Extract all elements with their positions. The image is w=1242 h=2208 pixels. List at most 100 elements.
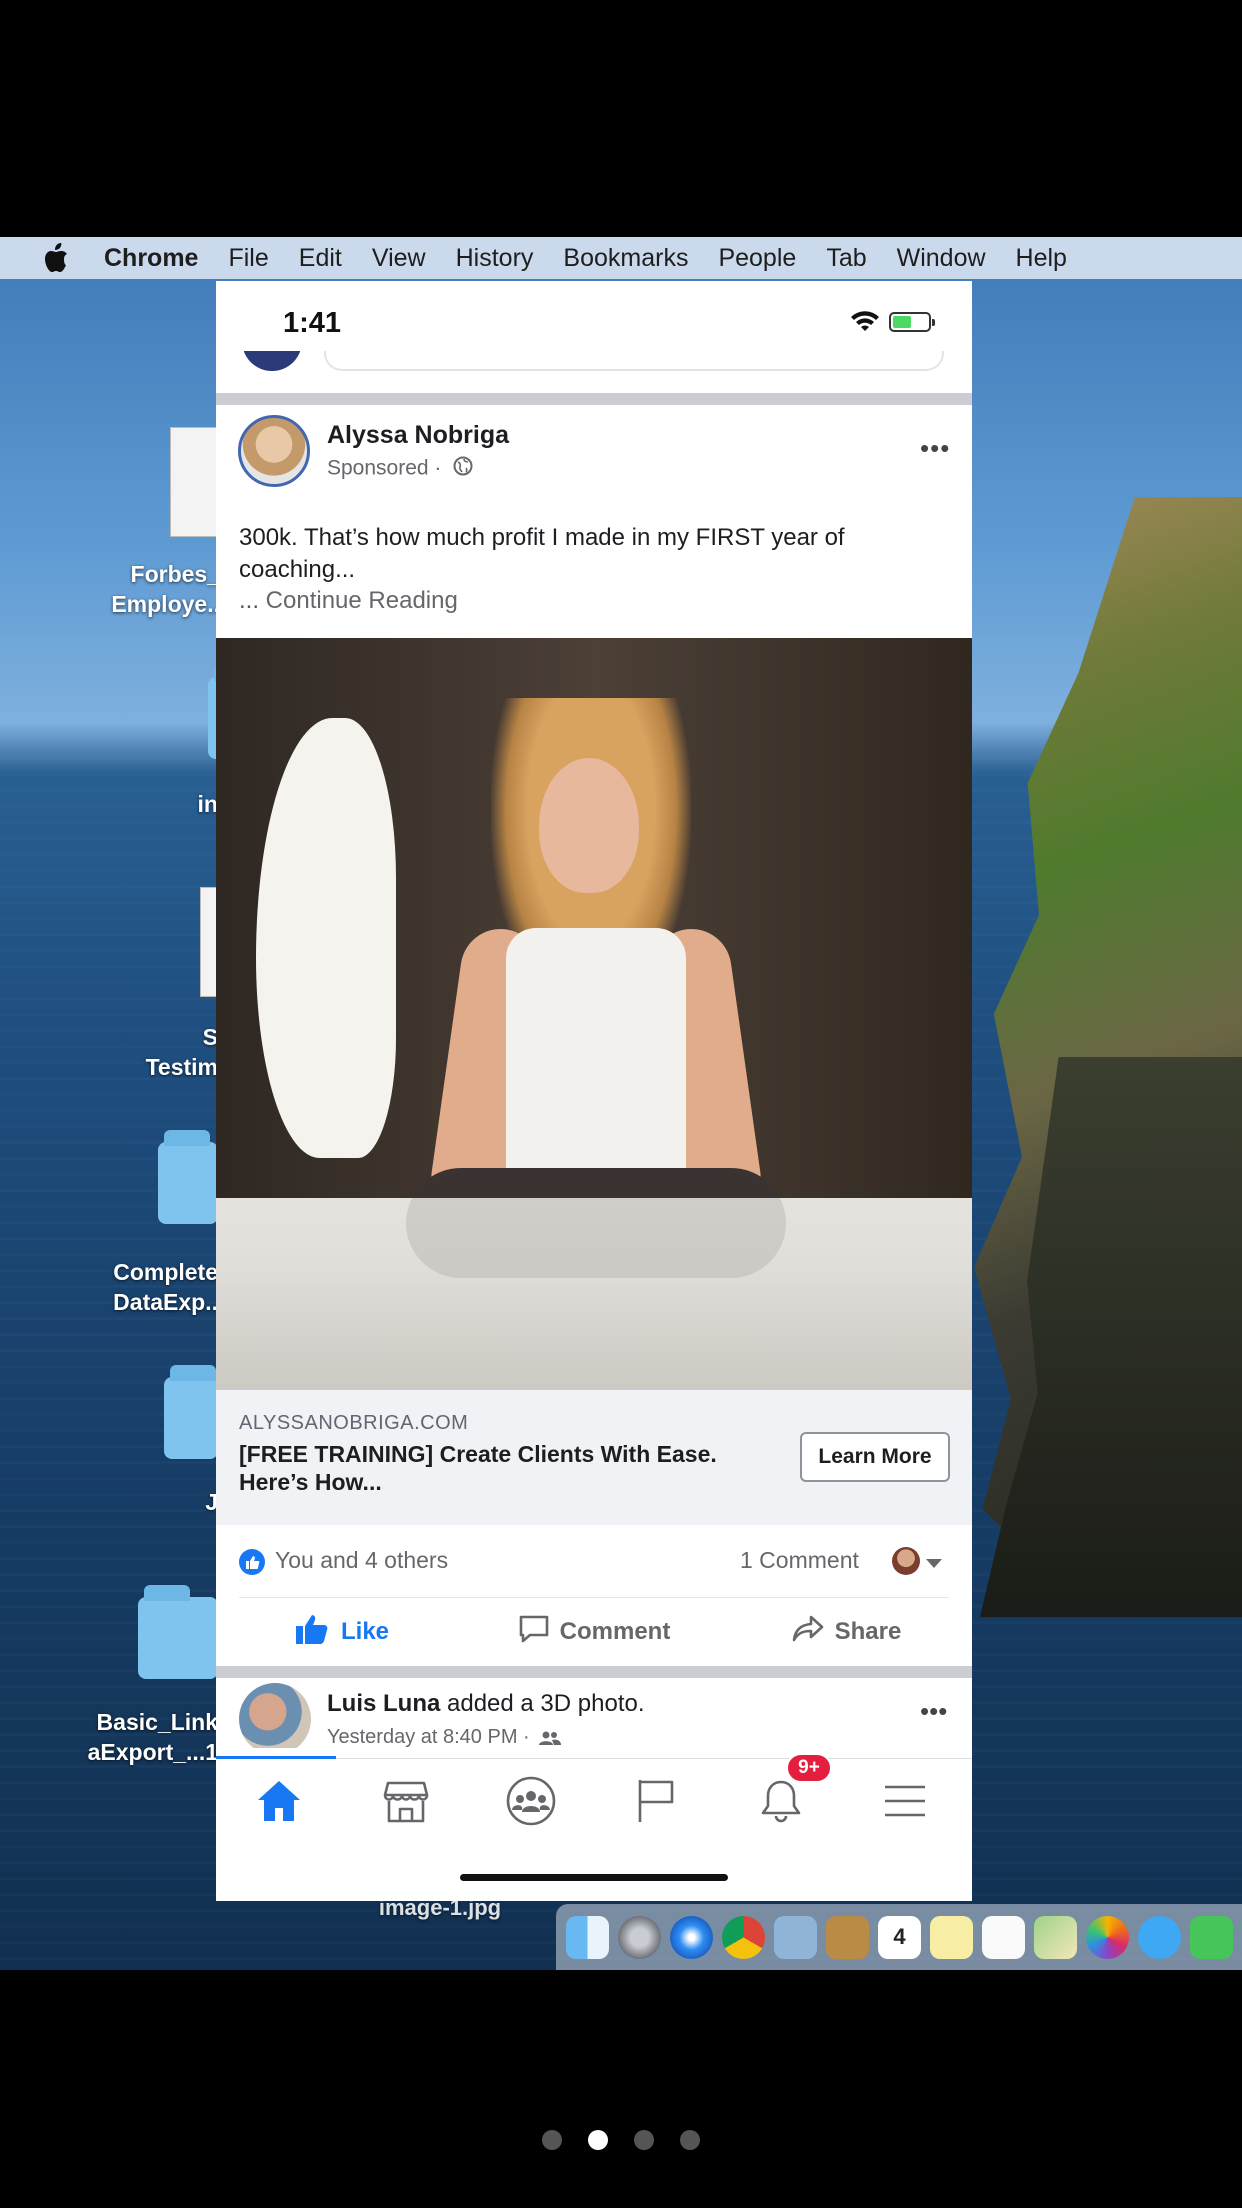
page-dot[interactable] (542, 2130, 562, 2150)
page-indicator (0, 2130, 1242, 2154)
post-more-options-icon[interactable]: ••• (920, 433, 950, 464)
active-tab-indicator (216, 1756, 336, 1759)
dock-maps-icon[interactable] (1034, 1915, 1077, 1959)
ios-home-indicator (460, 1874, 728, 1881)
menu-icon[interactable] (870, 1771, 940, 1831)
caret-down-icon[interactable] (926, 1559, 942, 1568)
dock-book-icon[interactable] (826, 1915, 869, 1959)
next-post-avatar[interactable] (239, 1683, 311, 1748)
groups-icon[interactable] (496, 1771, 566, 1831)
previous-post-remnant (216, 337, 972, 393)
dock-facetime-icon[interactable] (1190, 1915, 1233, 1959)
post-text: 300k. That’s how much profit I made in m… (239, 524, 845, 583)
facebook-tab-bar: 9+ (216, 1753, 972, 1901)
share-button[interactable]: Share (720, 1598, 972, 1666)
home-icon[interactable] (244, 1771, 314, 1831)
menu-window[interactable]: Window (897, 244, 986, 273)
menu-people[interactable]: People (718, 244, 796, 273)
menu-help[interactable]: Help (1016, 244, 1067, 273)
like-reaction-icon (239, 1549, 265, 1575)
notification-count-badge: 9+ (786, 1753, 832, 1783)
desktop-icon-folder-j[interactable] (164, 1365, 218, 1459)
sponsored-label: Sponsored · (327, 456, 442, 480)
ios-status-bar: 1:41 (216, 281, 972, 351)
menu-edit[interactable]: Edit (299, 244, 342, 273)
wifi-icon (850, 311, 880, 338)
dock-messages-icon[interactable] (1138, 1915, 1181, 1959)
desktop-icon-folder-basic[interactable] (138, 1585, 218, 1679)
post-header: Alyssa Nobriga Sponsored · ••• (216, 411, 972, 501)
comment-bubble-icon (518, 1614, 550, 1651)
dock-launchpad-icon[interactable] (618, 1915, 661, 1959)
screen-recording-frame: Forbes_ Employe.. in S Testim Complete D… (0, 0, 1242, 2208)
author-avatar[interactable] (238, 415, 310, 487)
dock-preview-icon[interactable] (774, 1915, 817, 1959)
ad-link-preview[interactable]: ALYSSANOBRIGA.COM [FREE TRAINING] Create… (216, 1390, 972, 1525)
apple-menu-icon[interactable] (38, 240, 74, 276)
next-post-time: Yesterday at 8:40 PM · (327, 1726, 530, 1748)
dock-photos-icon[interactable] (1086, 1915, 1129, 1959)
page-dot[interactable] (680, 2130, 700, 2150)
menu-tab[interactable]: Tab (826, 244, 866, 273)
pages-flag-icon[interactable] (621, 1771, 691, 1831)
page-dot-active[interactable] (588, 2130, 608, 2150)
author-name[interactable]: Alyssa Nobriga (327, 421, 509, 450)
dock-finder-icon[interactable] (566, 1915, 609, 1959)
comments-count[interactable]: 1 Comment (740, 1547, 859, 1574)
like-button[interactable]: Like (216, 1598, 468, 1666)
menu-bookmarks[interactable]: Bookmarks (563, 244, 688, 273)
next-post-meta: Yesterday at 8:40 PM · (327, 1726, 562, 1748)
post-meta: Sponsored · (327, 456, 473, 482)
desktop-icon-forbes-thumbnail[interactable] (170, 427, 218, 537)
comment-button[interactable]: Comment (468, 1598, 720, 1666)
status-time: 1:41 (283, 307, 342, 339)
dock-reminders-icon[interactable] (982, 1915, 1025, 1959)
reactions-summary: You and 4 others 1 Comment (216, 1525, 972, 1595)
page-dot[interactable] (634, 2130, 654, 2150)
link-domain: ALYSSANOBRIGA.COM (239, 1412, 469, 1434)
desktop-icon-basic-label: Basic_Link aExport_...1 (87, 1709, 218, 1765)
desktop-icon-testim-label: S Testim (145, 1024, 218, 1080)
menu-history[interactable]: History (456, 244, 534, 273)
reactors-count[interactable]: You and 4 others (275, 1547, 448, 1574)
marketplace-icon[interactable] (371, 1771, 441, 1831)
feed-separator (216, 393, 972, 405)
next-post-title: Luis Luna added a 3D photo. (327, 1690, 645, 1718)
menu-chrome[interactable]: Chrome (104, 244, 198, 273)
dock-calendar-icon[interactable]: 4 (878, 1915, 921, 1959)
feed-separator (216, 1666, 972, 1678)
continue-reading: ... Continue Reading (239, 587, 458, 615)
menu-file[interactable]: File (228, 244, 268, 273)
desktop-icon-forbes-label: Forbes_ Employe.. (111, 561, 220, 617)
next-post-more-icon[interactable]: ••• (920, 1696, 947, 1727)
next-post-action: added a 3D photo. (440, 1690, 645, 1717)
dock-safari-icon[interactable] (670, 1915, 713, 1959)
learn-more-button[interactable]: Learn More (800, 1432, 950, 1482)
photo-subject-face (539, 758, 639, 893)
desktop-icon-complete-label: Complete DataExp.. (113, 1259, 218, 1315)
like-label: Like (340, 1618, 390, 1645)
thumbs-up-icon (295, 1613, 331, 1652)
share-label: Share (834, 1618, 902, 1645)
desktop-icon-folder-complete[interactable] (158, 1130, 218, 1224)
globe-icon (453, 456, 473, 482)
macos-menu-bar: Chrome File Edit View History Bookmarks … (0, 237, 1242, 279)
friends-audience-icon (539, 1731, 562, 1745)
dock-stickies-icon[interactable] (930, 1915, 973, 1959)
macos-dock: 4 (556, 1904, 1242, 1970)
desktop-icon-j-label: J (205, 1489, 218, 1515)
ad-photo[interactable] (216, 638, 972, 1390)
dock-chrome-icon[interactable] (722, 1915, 765, 1959)
continue-reading-link[interactable]: Continue Reading (266, 587, 458, 614)
menu-view[interactable]: View (372, 244, 426, 273)
next-post-author[interactable]: Luis Luna (327, 1690, 440, 1717)
share-arrow-icon (791, 1614, 825, 1651)
link-title: [FREE TRAINING] Create Clients With Ease… (239, 1441, 717, 1495)
commenter-avatar (892, 1547, 920, 1575)
battery-charging-icon (889, 312, 935, 332)
post-actions: Like Comment Share (216, 1598, 972, 1666)
dock-calendar-day: 4 (893, 1924, 906, 1949)
iphone-screen: 1:41 Alyssa Nobriga Sponsored · ••• 300k… (216, 281, 972, 1901)
next-post-header: Luis Luna added a 3D photo. Yesterday at… (216, 1678, 972, 1748)
desktop-icon-in-label: in (197, 791, 218, 817)
